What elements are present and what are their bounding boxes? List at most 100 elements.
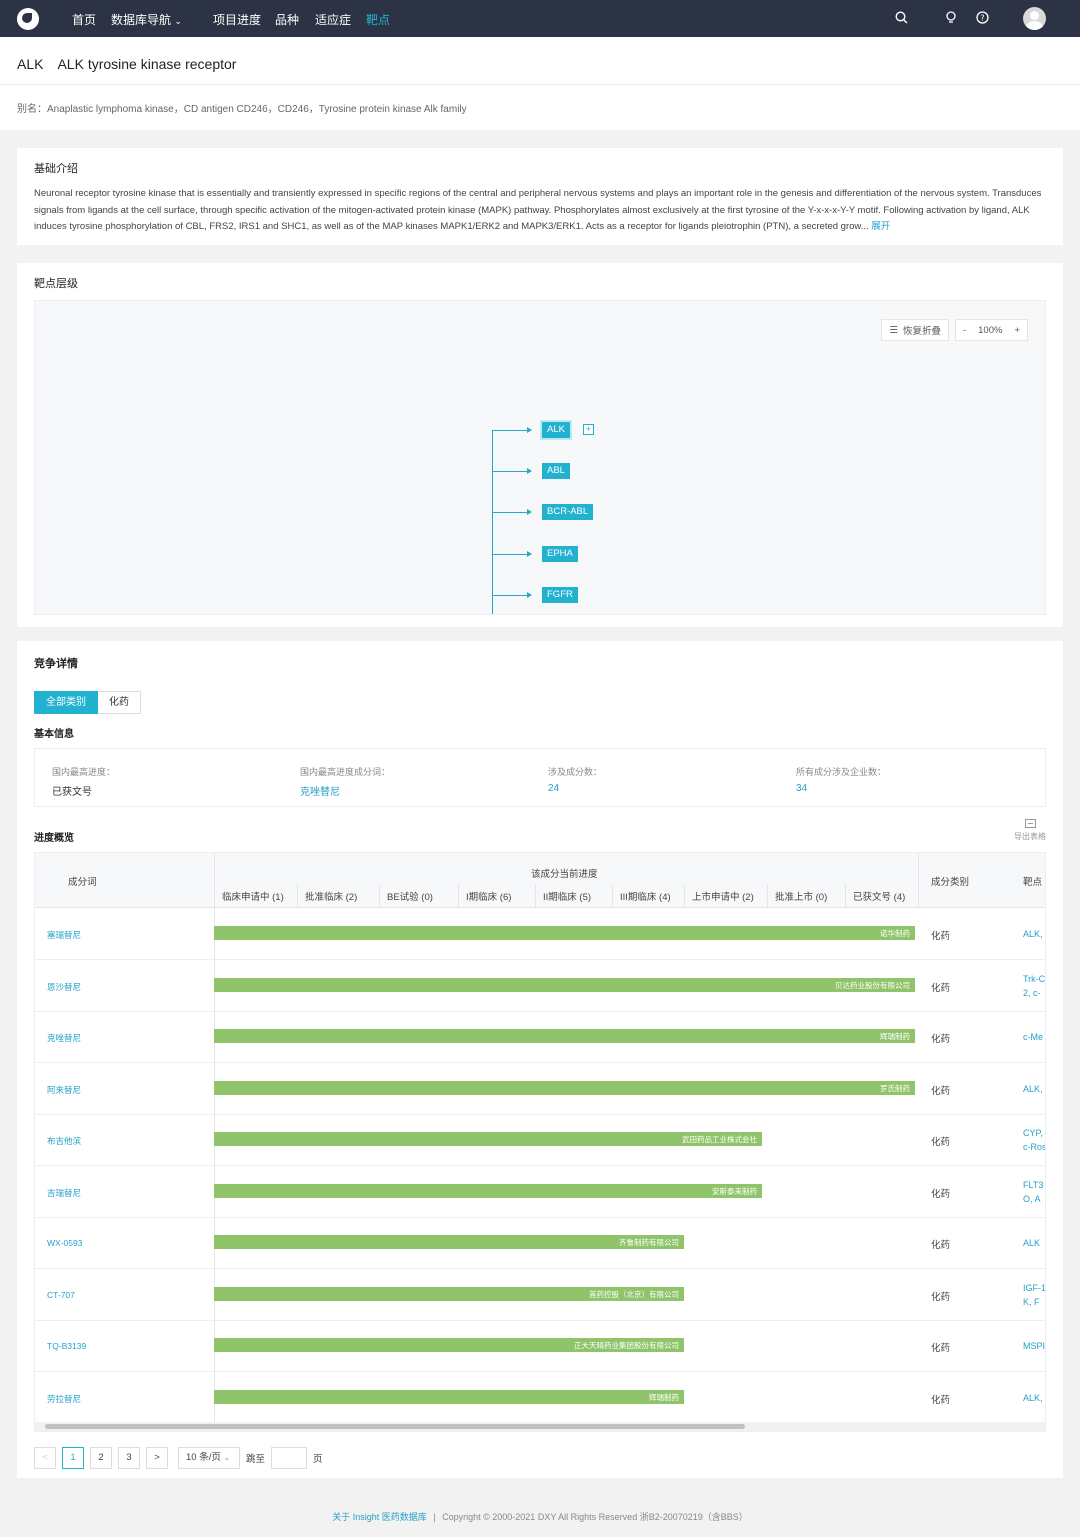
next-page-button[interactable]: > [146,1447,168,1469]
nav-database[interactable]: 数据库导航 ⌄ [111,11,182,28]
progress-bar[interactable]: 首药控股（北京）有限公司 [214,1286,684,1301]
target-link[interactable]: Trk-C [1023,972,1045,986]
tree-node-alk[interactable]: ALK [540,420,572,440]
progress-bar[interactable]: 辉瑞制药 [214,1029,915,1043]
info-value-link[interactable]: 克唑替尼 [300,783,390,798]
target-link[interactable]: MSPI [1023,1339,1045,1353]
ingredient-link[interactable]: TQ-B3139 [47,1341,86,1351]
target-cell: MSPI [1023,1339,1045,1353]
scrollbar-thumb[interactable] [45,1424,745,1429]
target-link[interactable]: O, A [1023,1192,1045,1206]
tree-node-fgfr[interactable]: FGFR [542,587,578,603]
ingredient-category: 化药 [931,1394,951,1406]
pagination: < 1 2 3 > 10 条/页 ⌄ 跳至 页 [34,1447,323,1469]
stage-divider [684,884,685,908]
info-value-link[interactable]: 24 [548,783,602,794]
company-label: 辉瑞制药 [880,1032,910,1041]
jump-label: 跳至 [246,1454,266,1465]
help-icon[interactable]: ? [976,11,989,27]
target-link[interactable]: ALK, [1023,927,1045,941]
stage-divider [535,884,536,908]
divider [0,84,1080,85]
info-label: 涉及成分数： [548,767,603,777]
nav-progress[interactable]: 项目进度 [213,11,261,28]
ingredient-link[interactable]: CT-707 [47,1290,75,1300]
progress-bar[interactable]: 辉瑞制药 [214,1389,684,1404]
progress-bar[interactable]: 诺华制药 [214,926,915,940]
company-label: 罗氏制药 [880,1083,910,1093]
basic-info-title: 基本信息 [34,729,74,740]
target-link[interactable]: ALK [1023,1236,1045,1250]
page-1[interactable]: 1 [62,1447,84,1469]
stage-divider [845,884,846,908]
ingredient-link[interactable]: 恩沙替尼 [47,981,81,993]
nav-home[interactable]: 首页 [72,11,96,28]
tree-node-epha[interactable]: EPHA [542,546,578,562]
page-2[interactable]: 2 [90,1447,112,1469]
stage-divider [767,884,768,908]
search-icon[interactable] [895,11,908,27]
progress-bar[interactable]: 正大天晴药业集团股份有限公司 [214,1338,684,1352]
prev-page-button[interactable]: < [34,1447,56,1469]
ingredient-link[interactable]: 吉瑞替尼 [47,1187,81,1199]
target-link[interactable]: FLT3 [1023,1178,1045,1192]
ingredient-link[interactable]: 布吉他滨 [47,1135,81,1147]
hierarchy-title: 靶点层级 [34,278,78,290]
page-3[interactable]: 3 [118,1447,140,1469]
target-link[interactable]: K, F [1023,1295,1045,1309]
stage-header: II期临床 (5) [543,892,592,903]
jump-page-input[interactable] [271,1447,308,1469]
stage-header: III期临床 (4) [620,892,671,903]
target-link[interactable]: ALK, [1023,1391,1045,1405]
expand-node-icon[interactable]: + [583,424,594,435]
lightbulb-icon[interactable] [945,11,957,27]
ingredient-link[interactable]: 劳拉替尼 [47,1393,81,1405]
ingredient-category: 化药 [931,1240,951,1251]
tab-chemical[interactable]: 化药 [98,691,141,714]
tree-node-bcr-abl[interactable]: BCR-ABL [542,504,594,520]
nav-varieties[interactable]: 品种 [275,11,299,28]
restore-collapse-button[interactable]: ☰ 恢复折叠 [881,319,949,341]
target-link[interactable]: ALK, [1023,1082,1045,1096]
target-link[interactable]: c-Ros [1023,1140,1045,1154]
ingredient-link[interactable]: WX-0593 [47,1238,82,1248]
zoom-level: 100% [978,324,1003,336]
progress-bar[interactable]: 武田药品工业株式会社 [214,1132,762,1146]
zoom-in-button[interactable]: + [1014,325,1020,336]
stage-divider [379,884,380,908]
export-button[interactable]: 导出表格 [1014,819,1046,842]
target-link[interactable]: CYP, [1023,1126,1045,1140]
info-value-link[interactable]: 34 [796,783,886,794]
progress-bar[interactable]: 贝达药业股份有限公司 [214,977,915,992]
ingredient-link[interactable]: 塞瑞替尼 [47,929,81,941]
target-cell: IGF-1 K, F [1023,1281,1045,1309]
tab-all[interactable]: 全部类别 [34,691,98,714]
export-label: 导出表格 [1014,832,1046,841]
progress-bar[interactable]: 罗氏制药 [214,1080,915,1095]
column-divider [918,853,919,908]
avatar[interactable] [1023,7,1046,30]
tree-node-abl[interactable]: ABL [542,463,570,479]
expand-link[interactable]: 展开 [871,221,890,232]
logo[interactable] [17,7,39,30]
tree-canvas[interactable]: ☰ 恢复折叠 - 100% + ALK + ABL BCR-ABL EPHA F… [34,300,1046,615]
stage-header: 批准上市 (0) [775,892,828,903]
zoom-out-button[interactable]: - [963,325,966,336]
horizontal-scrollbar[interactable] [35,1422,1045,1431]
nav-targets[interactable]: 靶点 [366,11,390,28]
target-link[interactable]: IGF-1 [1023,1281,1045,1295]
target-link[interactable]: 2, c- [1023,986,1045,1000]
table-header: 成分词 该成分当前进度 临床申请中 (1) 批准临床 (2) BE试验 (0) I期临… [35,853,1045,908]
page-title: ALK ALK tyrosine kinase receptor [17,56,250,72]
company-label: 辉瑞制药 [649,1392,679,1402]
progress-bar[interactable]: 齐鲁制药有限公司 [214,1235,684,1249]
progress-bar[interactable]: 安斯泰来制药 [214,1183,762,1198]
nav-indications[interactable]: 适应症 [315,11,351,28]
table-row: 克唑替尼 辉瑞制药 化药 c-Me [35,1011,1045,1063]
target-link[interactable]: c-Me [1023,1030,1045,1044]
top-navbar: 首页 数据库导航 ⌄ 项目进度 品种 适应症 靶点 ? [0,0,1080,37]
about-link[interactable]: 关于 Insight 医药数据库 [332,1512,427,1522]
ingredient-link[interactable]: 克唑替尼 [47,1032,81,1044]
ingredient-link[interactable]: 阿来替尼 [47,1084,81,1096]
page-size-select[interactable]: 10 条/页 ⌄ [178,1447,240,1469]
